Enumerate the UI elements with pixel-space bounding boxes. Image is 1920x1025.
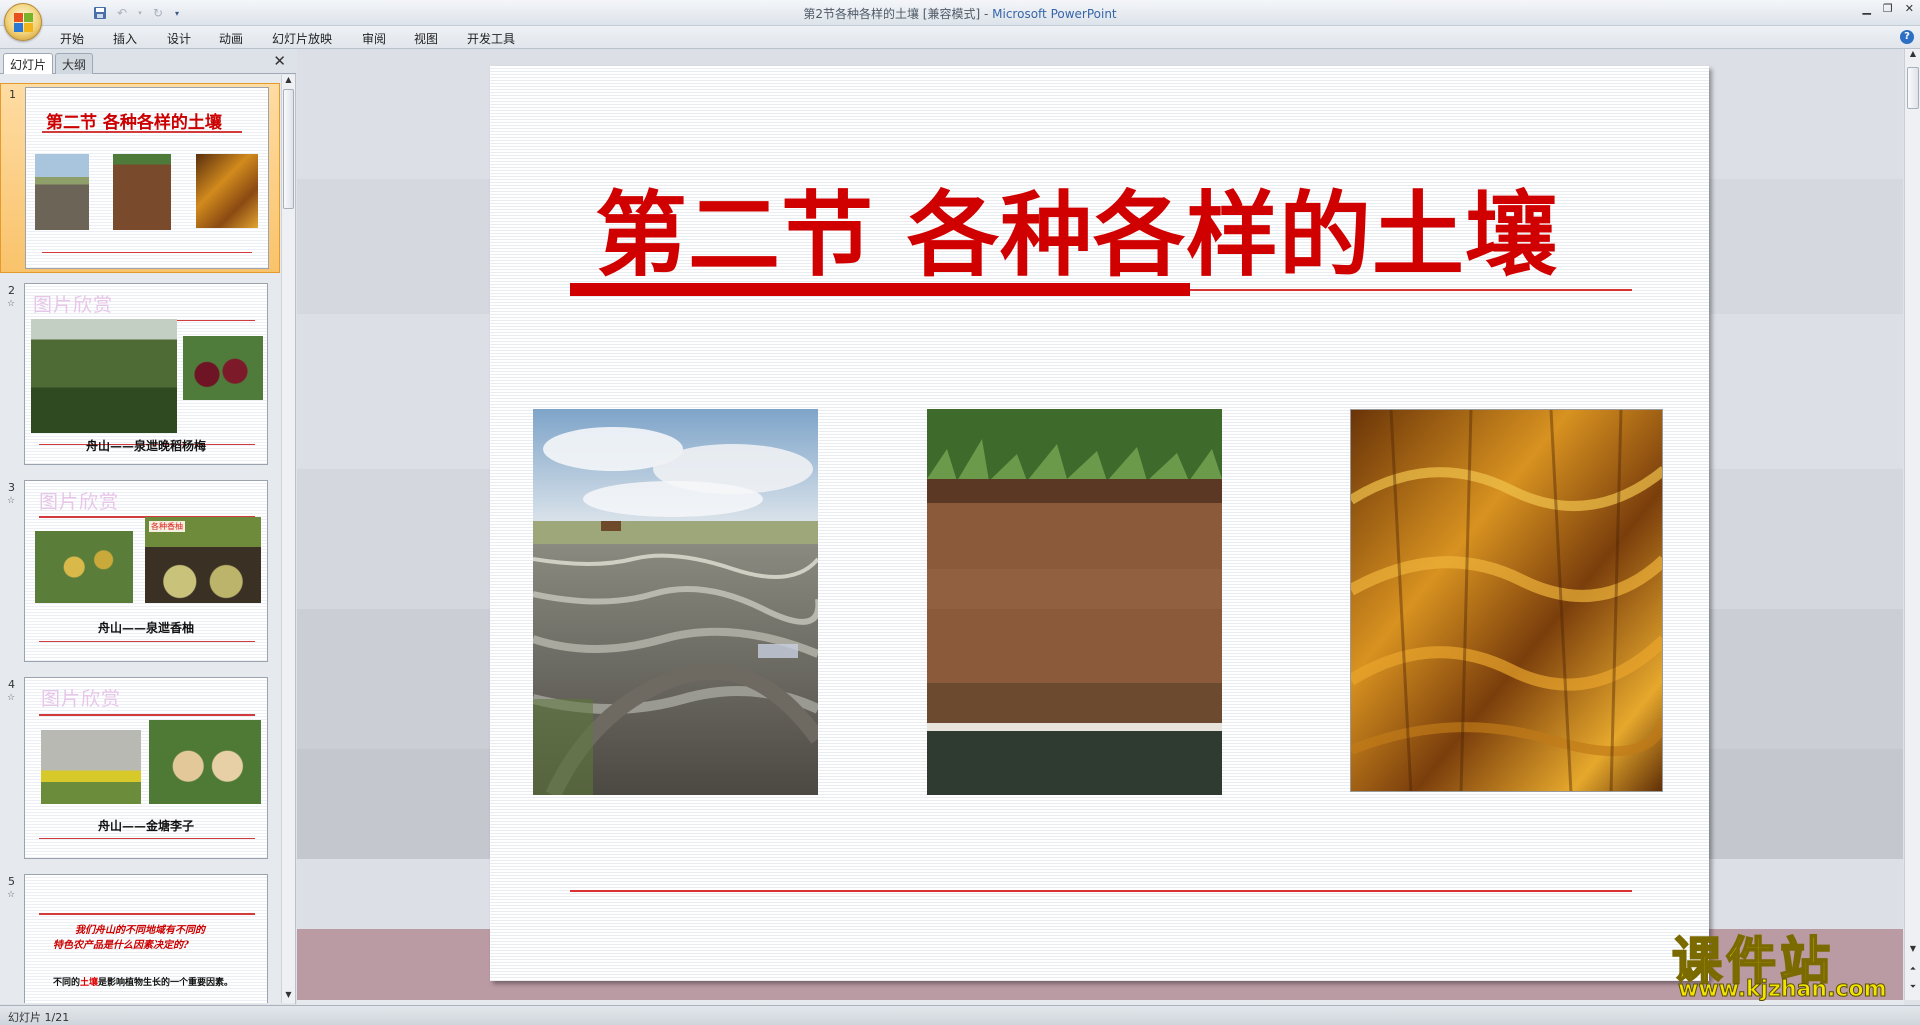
close-pane-icon[interactable]: ✕ <box>273 52 286 70</box>
slides-pane: 幻灯片 大纲 ✕ 1 第二节 各种各样的土壤 2 ☆ 图片欣赏 舟山——泉迣晚稻… <box>0 49 296 1004</box>
thumb-photo-bayberry <box>183 336 263 400</box>
office-button[interactable] <box>4 3 42 41</box>
scroll-down-icon[interactable]: ▼ <box>282 990 295 1003</box>
slide-preview: 第二节 各种各样的土壤 <box>25 87 269 269</box>
thumb-caption: 舟山——泉迣晚稻杨梅 <box>85 439 206 453</box>
watermark-url: www.kjzhan.com <box>1678 977 1888 1003</box>
eroded-soil-photo[interactable] <box>1350 409 1663 792</box>
scrollbar-thumb[interactable] <box>1907 67 1919 109</box>
help-icon[interactable]: ? <box>1900 30 1914 44</box>
tab-slideshow[interactable]: 幻灯片放映 <box>272 30 332 47</box>
thumb-bottom-line <box>39 838 255 839</box>
thumb-title-line <box>42 131 242 133</box>
thumbnail-scrollbar[interactable]: ▲ ▼ <box>281 75 295 1003</box>
thumb-photo-orchard <box>41 730 141 804</box>
slide-preview: 图片欣赏 舟山——金塘李子 <box>24 677 268 859</box>
previous-slide-icon[interactable]: ⏶ <box>1906 964 1920 978</box>
soil-profile-photo[interactable] <box>927 409 1222 795</box>
slide-preview: 我们舟山的不同地域有不同的 特色农产品是什么因素决定的? 不同的土壤是影响植物生… <box>24 874 268 1003</box>
slide-thumbnail-5[interactable]: 5 ☆ 我们舟山的不同地域有不同的 特色农产品是什么因素决定的? 不同的土壤是影… <box>0 871 280 1003</box>
thumbnail-list: 1 第二节 各种各样的土壤 2 ☆ 图片欣赏 舟山——泉迣晚稻杨梅 3 ☆ 图片… <box>0 75 280 1003</box>
thumb-watermark: 图片欣赏 <box>33 294 114 316</box>
title-bar: ↶ ▾ ↻ ▾ 第2节各种各样的土壤 [兼容模式] - Microsoft Po… <box>0 0 1920 41</box>
tab-developer[interactable]: 开发工具 <box>467 30 515 47</box>
thumb-watermark: 图片欣赏 <box>41 688 122 710</box>
tab-slides[interactable]: 幻灯片 <box>3 53 54 74</box>
window-controls: ▁ ❐ ✕ <box>1862 2 1914 15</box>
tab-review[interactable]: 审阅 <box>362 30 386 47</box>
window-title-app: Microsoft PowerPoint <box>992 7 1117 21</box>
slide-counter: 幻灯片 1/21 <box>8 1011 70 1024</box>
current-slide[interactable]: 第二节 各种各样的土壤 <box>490 66 1709 981</box>
thumb-photo-plum <box>149 720 261 804</box>
window-title-doc: 第2节各种各样的土壤 [兼容模式] - <box>803 7 993 21</box>
thumb-question-line-2: 特色农产品是什么因素决定的? <box>53 940 189 951</box>
slide-number: 4 <box>8 678 15 691</box>
tab-animation[interactable]: 动画 <box>219 30 243 47</box>
slide-preview: 图片欣赏 各种香柚 舟山——泉迣香柚 <box>24 480 268 662</box>
tab-home[interactable]: 开始 <box>60 30 84 47</box>
next-slide-icon[interactable]: ⏷ <box>1906 982 1920 996</box>
office-logo-icon <box>14 13 34 33</box>
ribbon-tabs: 开始 插入 设计 动画 幻灯片放映 审阅 视图 开发工具 ? <box>0 26 1920 49</box>
thumb-photo-eroded <box>196 154 258 228</box>
slide-number: 1 <box>9 88 16 101</box>
window-title: 第2节各种各样的土壤 [兼容模式] - Microsoft PowerPoint <box>0 5 1920 22</box>
thumb-caption: 舟山——泉迣香柚 <box>97 621 194 635</box>
tab-insert[interactable]: 插入 <box>113 30 137 47</box>
tab-outline[interactable]: 大纲 <box>55 53 94 74</box>
animation-star-icon: ☆ <box>7 496 16 506</box>
thumb-photo-pomelo: 各种香柚 <box>145 517 261 603</box>
slide-preview: 图片欣赏 舟山——泉迣晚稻杨梅 <box>24 283 268 465</box>
scroll-up-icon[interactable]: ▲ <box>282 75 295 88</box>
thumb-bottom-line <box>39 641 255 642</box>
animation-star-icon: ☆ <box>7 299 16 309</box>
thumb-photo-soil <box>113 154 171 230</box>
tab-view[interactable]: 视图 <box>414 30 438 47</box>
thumb-caption: 舟山——金塘李子 <box>97 819 194 833</box>
scroll-up-icon[interactable]: ▲ <box>1906 49 1920 63</box>
scrollbar-thumb[interactable] <box>283 89 294 209</box>
minimize-icon[interactable]: ▁ <box>1862 2 1870 15</box>
animation-star-icon: ☆ <box>7 890 16 900</box>
ploughed-field-photo[interactable] <box>533 409 818 795</box>
slide-thumbnail-1[interactable]: 1 第二节 各种各样的土壤 <box>0 83 280 273</box>
tab-design[interactable]: 设计 <box>167 30 191 47</box>
animation-star-icon: ☆ <box>7 693 16 703</box>
close-window-icon[interactable]: ✕ <box>1905 2 1914 15</box>
site-watermark-logo: 课件站 www.kjzhan.com <box>1668 921 1908 1003</box>
status-bar: 幻灯片 1/21 <box>0 1005 1920 1025</box>
slide-thumbnail-4[interactable]: 4 ☆ 图片欣赏 舟山——金塘李子 <box>0 674 280 864</box>
bottom-line <box>570 890 1632 892</box>
slide-thumbnail-3[interactable]: 3 ☆ 图片欣赏 各种香柚 舟山——泉迣香柚 <box>0 477 280 667</box>
thumb-statement: 不同的土壤是影响植物生长的一个重要因素。 <box>53 978 234 988</box>
scroll-down-icon[interactable]: ▼ <box>1906 944 1920 958</box>
slide-number: 5 <box>8 875 15 888</box>
restore-icon[interactable]: ❐ <box>1883 2 1893 15</box>
thumb-watermark: 图片欣赏 <box>39 491 120 513</box>
slide-thumbnail-2[interactable]: 2 ☆ 图片欣赏 舟山——泉迣晚稻杨梅 <box>0 280 280 470</box>
thumb-question-line-1: 我们舟山的不同地域有不同的 <box>75 925 205 936</box>
thumb-title: 第二节 各种各样的土壤 <box>46 113 222 133</box>
slide-number: 2 <box>8 284 15 297</box>
pane-tabs: 幻灯片 大纲 ✕ <box>0 49 296 74</box>
slide-number: 3 <box>8 481 15 494</box>
thumb-photo-field <box>35 154 89 230</box>
slide-title[interactable]: 第二节 各种各样的土壤 <box>595 161 1558 294</box>
thumb-line <box>39 714 255 716</box>
slide-canvas: 第二节 各种各样的土壤 <box>297 49 1903 1000</box>
thumb-photo-pomelo-tree <box>35 531 133 603</box>
thumb-photo-sign: 各种香柚 <box>149 521 185 532</box>
thumb-line <box>39 913 255 915</box>
title-underline-bar <box>570 283 1190 296</box>
slide-scrollbar[interactable]: ▲ ▼ ⏶ ⏷ <box>1904 49 1920 1000</box>
thumb-photo-forest <box>31 319 177 433</box>
thumb-bottom-line <box>42 252 252 253</box>
